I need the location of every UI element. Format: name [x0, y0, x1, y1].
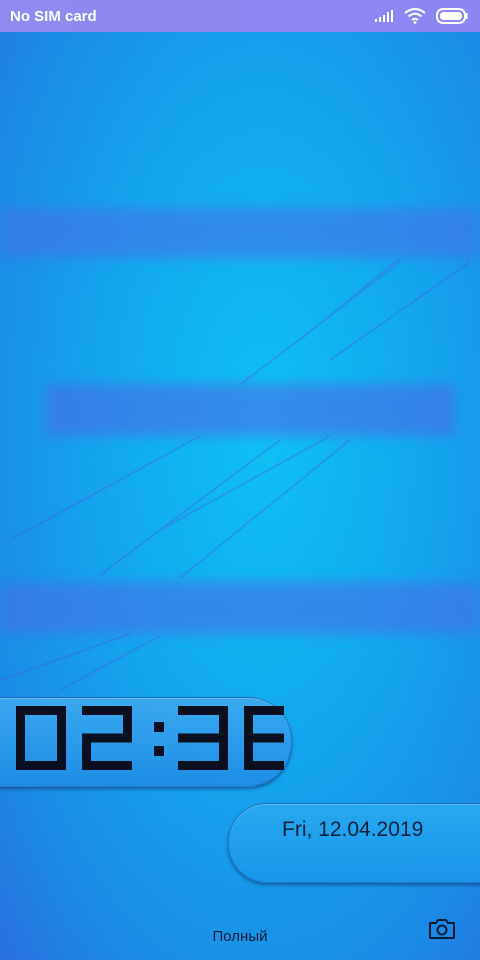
camera-shortcut-button[interactable] — [424, 914, 460, 944]
charging-status-label: Полный — [212, 928, 268, 945]
clock-digit — [16, 706, 66, 770]
camera-icon — [429, 919, 455, 939]
wifi-icon — [404, 8, 426, 24]
signal-icon — [375, 10, 393, 22]
clock-digit — [244, 706, 284, 770]
battery-icon — [436, 8, 468, 24]
clock-display — [16, 706, 284, 770]
date-label: Fri, 12.04.2019 — [282, 818, 424, 841]
clock-digit — [178, 706, 228, 770]
status-bar: No SIM card — [0, 0, 480, 32]
clock-colon — [154, 722, 164, 756]
date-panel — [228, 803, 480, 883]
clock-digit — [82, 706, 132, 770]
system-icons — [374, 8, 468, 24]
carrier-label: No SIM card — [10, 7, 97, 25]
lock-screen: No SIM card Fri, 12.04.2019 Полный — [0, 0, 480, 960]
